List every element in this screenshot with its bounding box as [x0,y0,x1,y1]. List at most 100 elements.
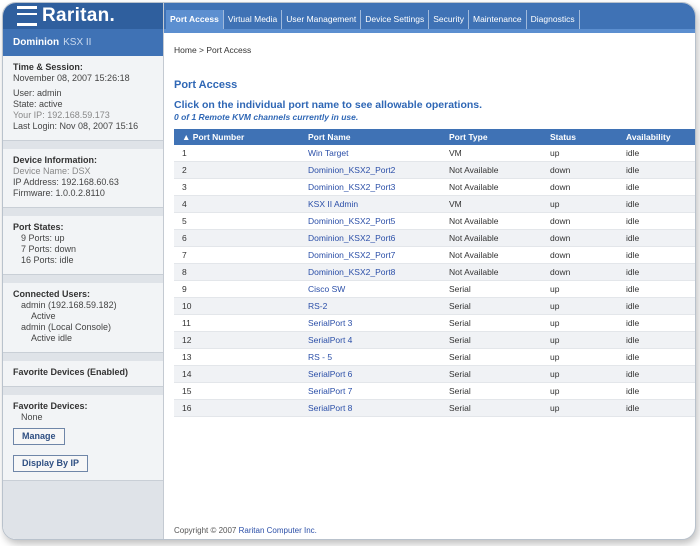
product-model: KSX II [63,37,92,48]
table-header-row: ▲ Port Number Port Name Port Type Status… [174,129,695,145]
col-status[interactable]: Status [542,129,618,145]
table-row: 16 SerialPort 8 Serial up idle [174,399,695,417]
port-type: Serial [441,297,542,315]
port-type: Not Available [441,161,542,179]
device-name: Device Name: DSX [13,166,91,176]
manage-button[interactable]: Manage [13,428,65,445]
port-name-link[interactable]: Dominion_KSX2_Port5 [300,212,441,230]
port-type: Not Available [441,263,542,281]
port-states-panel: Port States: 9 Ports: up 7 Ports: down 1… [3,216,163,275]
port-number: 7 [174,246,300,264]
tab-maintenance[interactable]: Maintenance [469,10,527,29]
favorite-devices-panel: Favorite Devices: None Manage Display By… [3,395,163,481]
port-status: up [542,382,618,400]
port-name-link[interactable]: Dominion_KSX2_Port2 [300,161,441,179]
favorites-heading: Favorite Devices (Enabled) [13,367,129,377]
port-name-link[interactable]: Dominion_KSX2_Port8 [300,263,441,281]
port-status: up [542,365,618,383]
breadcrumb[interactable]: Home > Port Access [164,33,695,55]
time-session-panel: Time & Session: November 08, 2007 15:26:… [3,56,163,141]
port-name-link[interactable]: SerialPort 4 [300,331,441,349]
port-availability: idle [618,212,695,230]
instructions: Click on the individual port name to see… [174,99,483,111]
port-number: 13 [174,348,300,366]
port-availability: idle [618,365,695,383]
display-by-ip-button[interactable]: Display By IP [13,455,89,472]
user-entry: admin (Local Console) [21,322,112,332]
col-port-number[interactable]: ▲ Port Number [174,129,300,145]
port-number: 12 [174,331,300,349]
tab-port-access[interactable]: Port Access [166,10,224,29]
table-row: 3 Dominion_KSX2_Port3 Not Available down idl… [174,178,695,196]
table-row: 9 Cisco SW Serial up idle [174,280,695,298]
port-name-link[interactable]: SerialPort 6 [300,365,441,383]
port-type: Not Available [441,229,542,247]
port-status: down [542,246,618,264]
port-number: 6 [174,229,300,247]
product-bar: Dominion KSX II [3,29,163,56]
port-name-link[interactable]: SerialPort 3 [300,314,441,332]
port-name-link[interactable]: Cisco SW [300,280,441,298]
port-name-link[interactable]: Dominion_KSX2_Port3 [300,178,441,196]
table-row: 13 RS - 5 Serial up idle [174,348,695,366]
port-name-link[interactable]: Dominion_KSX2_Port6 [300,229,441,247]
port-status: up [542,331,618,349]
user-status: Active idle [31,333,73,343]
port-availability: idle [618,229,695,247]
tab-security[interactable]: Security [429,10,469,29]
datetime: November 08, 2007 15:26:18 [13,73,130,83]
raritan-logo-icon [17,6,37,26]
port-availability: idle [618,178,695,196]
tab-diagnostics[interactable]: Diagnostics [527,10,580,29]
port-number: 10 [174,297,300,315]
table-row: 12 SerialPort 4 Serial up idle [174,331,695,349]
last-login: Last Login: Nov 08, 2007 15:16 [13,121,139,131]
port-type: Serial [441,280,542,298]
port-name-link[interactable]: RS - 5 [300,348,441,366]
tab-virtual-media[interactable]: Virtual Media [224,10,283,29]
tab-device-settings[interactable]: Device Settings [361,10,430,29]
port-status: up [542,399,618,417]
panel-header: Device Information: [13,155,98,165]
user: User: admin [13,88,62,98]
port-table: ▲ Port Number Port Name Port Type Status… [174,129,695,417]
state: State: active [13,99,63,109]
product-name: Dominion [13,37,60,48]
logo-text: Raritan. [42,5,116,26]
panel-header: Time & Session: [13,62,83,72]
port-status: up [542,280,618,298]
tab-user-management[interactable]: User Management [282,10,362,29]
port-type: Not Available [441,212,542,230]
port-availability: idle [618,161,695,179]
favorites-mode-panel: Favorite Devices (Enabled) [3,361,163,387]
col-port-type[interactable]: Port Type [441,129,542,145]
company-link[interactable]: Raritan Computer Inc. [239,526,317,535]
port-availability: idle [618,399,695,417]
port-number: 8 [174,263,300,281]
port-name-link[interactable]: SerialPort 8 [300,399,441,417]
port-status: up [542,348,618,366]
port-availability: idle [618,382,695,400]
port-number: 3 [174,178,300,196]
port-availability: idle [618,297,695,315]
col-availability[interactable]: Availability [618,129,695,145]
port-name-link[interactable]: KSX II Admin [300,195,441,213]
ports-up: 9 Ports: up [21,233,65,243]
port-type: VM [441,145,542,162]
port-status: down [542,178,618,196]
port-name-link[interactable]: RS-2 [300,297,441,315]
port-name-link[interactable]: Dominion_KSX2_Port7 [300,246,441,264]
device-ip: IP Address: 192.168.60.63 [13,177,119,187]
col-port-name[interactable]: Port Name [300,129,441,145]
port-type: Serial [441,382,542,400]
port-status: down [542,212,618,230]
table-row: 4 KSX II Admin VM up idle [174,195,695,213]
table-row: 11 SerialPort 3 Serial up idle [174,314,695,332]
table-row: 6 Dominion_KSX2_Port6 Not Available down idl… [174,229,695,247]
port-name-link[interactable]: SerialPort 7 [300,382,441,400]
user-status: Active [31,311,56,321]
port-name-link[interactable]: Win Target [300,145,441,162]
port-number: 16 [174,399,300,417]
port-status: up [542,314,618,332]
device-info-panel: Device Information: Device Name: DSX IP … [3,149,163,208]
